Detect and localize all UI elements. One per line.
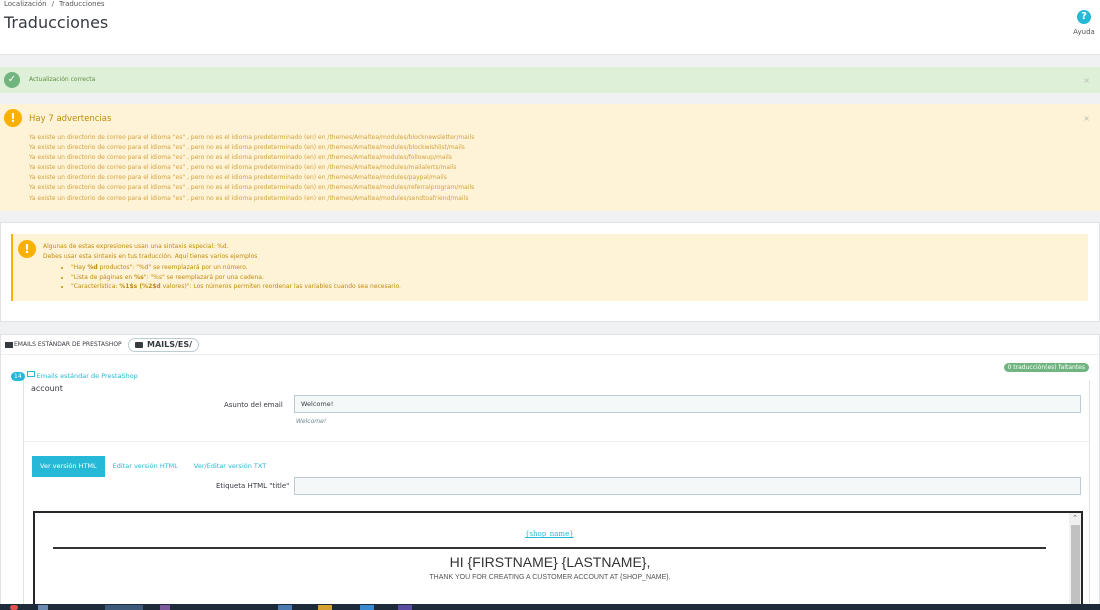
emails-panel-header: EMAILS ESTÁNDAR DE PRESTASHOP MAILS/ES/ bbox=[1, 335, 1099, 355]
preview-divider bbox=[53, 547, 1046, 549]
taskbar-app-icon[interactable] bbox=[38, 605, 48, 610]
help-button[interactable]: ? Ayuda bbox=[1070, 10, 1098, 36]
syntax-note-line1: Algunas de estas expresiones usan una si… bbox=[43, 243, 229, 250]
breadcrumb-item-traducciones: Traducciones bbox=[58, 0, 105, 8]
syntax-example: "Característica: %1$s (%2$d valores)": L… bbox=[71, 282, 401, 292]
preview-shop-name-link[interactable]: {shop_name} bbox=[525, 530, 574, 538]
warning-item: Ya existe un directorio de correo para e… bbox=[29, 144, 465, 152]
tab-edit-txt[interactable]: Ver/Editar versión TXT bbox=[186, 456, 274, 477]
emails-panel-heading: EMAILS ESTÁNDAR DE PRESTASHOP bbox=[14, 341, 122, 348]
preview-scrollbar[interactable]: ⌃ bbox=[1069, 513, 1081, 610]
editor-tabs: Ver versión HTML Editar versión HTML Ver/E… bbox=[32, 453, 274, 477]
success-message: Actualización correcta bbox=[29, 76, 96, 83]
taskbar-app-icon[interactable] bbox=[318, 605, 332, 610]
warning-item: Ya existe un directorio de correo para e… bbox=[29, 174, 447, 182]
warning-item: Ya existe un directorio de correo para e… bbox=[29, 164, 457, 172]
warning-item: Ya existe un directorio de correo para e… bbox=[29, 134, 475, 141]
page-title: Traducciones bbox=[4, 13, 109, 32]
taskbar-app-icon[interactable] bbox=[398, 605, 412, 610]
help-icon: ? bbox=[1077, 10, 1091, 24]
page-header: Localización / Traducciones Traducciones ?… bbox=[0, 0, 1100, 55]
warning-alert: ! Hay 7 advertencias × Ya existe un dire… bbox=[0, 104, 1100, 211]
subject-label: Asunto del email bbox=[224, 401, 283, 409]
folder-icon bbox=[135, 342, 143, 348]
envelope-icon bbox=[5, 342, 13, 348]
preview-thanks: THANK YOU FOR CREATING A CUSTOMER ACCOUN… bbox=[429, 574, 671, 581]
breadcrumb: Localización / Traducciones bbox=[4, 0, 105, 8]
warning-icon: ! bbox=[4, 109, 22, 127]
taskbar-app-icon[interactable] bbox=[160, 605, 170, 610]
taskbar-app-icon[interactable] bbox=[278, 605, 292, 610]
email-template-editor: account Asunto del email Welcome! Welcom… bbox=[23, 380, 1090, 610]
envelope-icon bbox=[26, 370, 35, 377]
syntax-panel: ! Algunas de estas expresiones usan una … bbox=[0, 222, 1100, 322]
syntax-example: "Hay %d productos": "%d" se reemplazará … bbox=[71, 263, 401, 273]
warning-list: Ya existe un directorio de correo para e… bbox=[29, 133, 474, 204]
preview-greeting: HI {FIRSTNAME} {LASTNAME}, bbox=[449, 554, 651, 570]
title-tag-label: Etiqueta HTML "title" bbox=[216, 482, 290, 490]
success-alert: ✓ Actualización correcta × bbox=[0, 67, 1100, 93]
subject-hint: Welcome! bbox=[296, 418, 327, 425]
tab-edit-html[interactable]: Editar versión HTML bbox=[105, 456, 186, 477]
divider bbox=[24, 441, 1089, 442]
scroll-up-icon[interactable]: ⌃ bbox=[1069, 513, 1081, 523]
close-warning-button[interactable]: × bbox=[1083, 114, 1090, 123]
os-taskbar bbox=[0, 604, 1100, 610]
taskbar-app-icon[interactable] bbox=[360, 605, 374, 610]
check-icon: ✓ bbox=[4, 72, 20, 88]
template-name: account bbox=[31, 384, 63, 393]
scroll-thumb[interactable] bbox=[1070, 525, 1080, 605]
warning-item: Ya existe un directorio de correo para e… bbox=[29, 194, 469, 202]
subject-input[interactable]: Welcome! bbox=[294, 395, 1081, 413]
help-label: Ayuda bbox=[1073, 28, 1095, 36]
emails-panel: EMAILS ESTÁNDAR DE PRESTASHOP MAILS/ES/ … bbox=[0, 334, 1100, 610]
breadcrumb-item-localizacion[interactable]: Localización bbox=[4, 0, 47, 8]
warning-icon: ! bbox=[18, 240, 36, 258]
warning-item: Ya existe un directorio de correo para e… bbox=[29, 184, 475, 192]
warning-title: Hay 7 advertencias bbox=[29, 114, 112, 124]
syntax-note-line2: Debes usar esta sintaxis en tus traducci… bbox=[43, 253, 258, 260]
tab-view-html[interactable]: Ver versión HTML bbox=[32, 456, 105, 477]
mail-folder-badge: MAILS/ES/ bbox=[128, 338, 200, 352]
missing-translations-badge: 0 traducción(es) faltantes bbox=[1003, 363, 1089, 372]
title-tag-input[interactable] bbox=[294, 477, 1081, 495]
syntax-example: "Lista de páginas en %s": "%s" se reempl… bbox=[71, 273, 401, 283]
emails-section-link[interactable]: Emails estándar de PrestaShop bbox=[37, 372, 138, 380]
start-icon[interactable] bbox=[10, 605, 18, 610]
syntax-note: ! Algunas de estas expresiones usan una … bbox=[11, 234, 1088, 301]
close-success-button[interactable]: × bbox=[1083, 76, 1090, 85]
warning-item: Ya existe un directorio de correo para e… bbox=[29, 154, 452, 162]
syntax-examples: "Hay %d productos": "%d" se reemplazará … bbox=[71, 263, 401, 292]
html-preview-frame[interactable]: {shop_name} HI {FIRSTNAME} {LASTNAME}, T… bbox=[33, 511, 1083, 610]
taskbar-app-icon[interactable] bbox=[105, 605, 143, 610]
